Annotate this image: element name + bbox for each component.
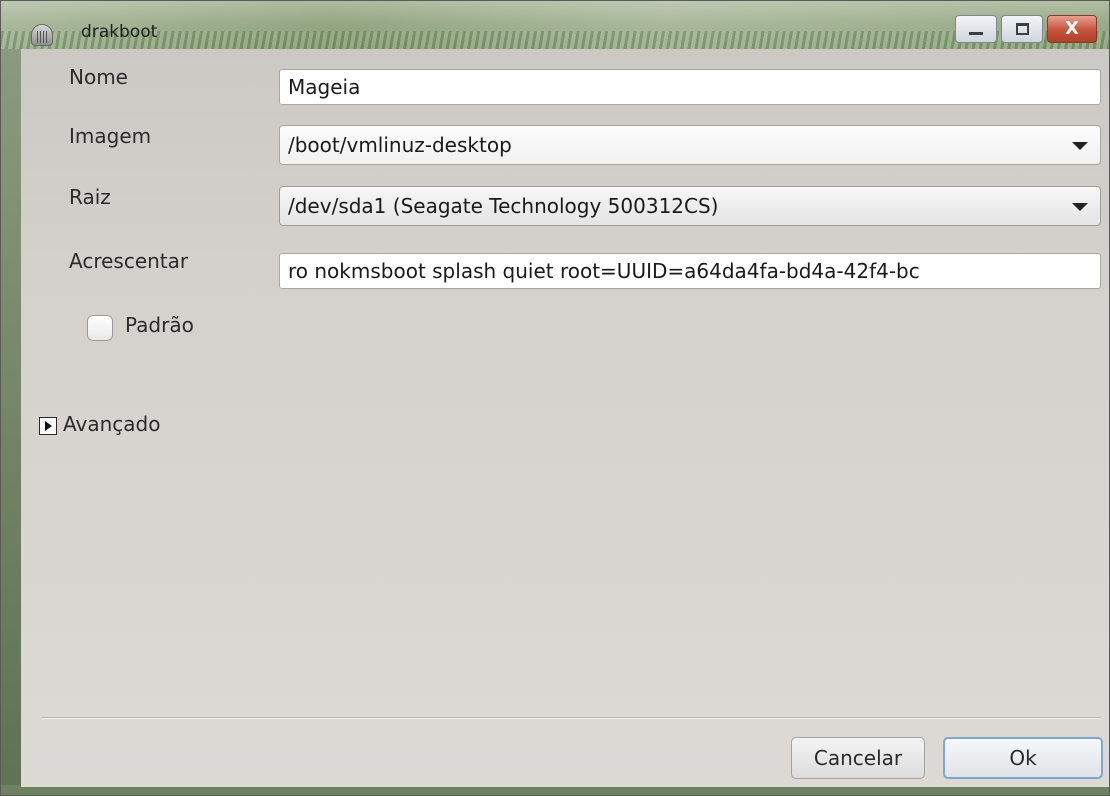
maximize-button[interactable] <box>1001 15 1043 43</box>
close-button[interactable]: X <box>1047 15 1097 43</box>
maximize-icon <box>1016 23 1029 35</box>
append-label: Acrescentar <box>69 249 189 273</box>
window-controls: X <box>955 15 1097 43</box>
image-label: Imagem <box>69 124 152 148</box>
append-field[interactable]: ro nokmsboot splash quiet root=UUID=a64d… <box>279 253 1101 289</box>
root-combobox[interactable]: /dev/sda1 (Seagate Technology 500312CS) <box>279 186 1101 226</box>
drakboot-app-icon[interactable] <box>31 24 53 46</box>
image-combobox[interactable]: /boot/vmlinuz-desktop <box>279 125 1101 165</box>
name-field[interactable]: Mageia <box>279 69 1101 105</box>
window-title: drakboot <box>81 22 158 42</box>
title-bar-background <box>1 31 1109 49</box>
root-label: Raiz <box>69 185 111 209</box>
title-bar[interactable]: drakboot X <box>1 1 1109 49</box>
chevron-down-icon <box>1072 203 1088 211</box>
drakboot-window: drakboot X Nome Mageia Imagem /boot/vmli… <box>0 0 1110 796</box>
button-separator <box>41 717 1101 719</box>
minimize-icon <box>969 32 983 35</box>
default-checkbox[interactable] <box>87 315 113 341</box>
image-combobox-value: /boot/vmlinuz-desktop <box>288 133 512 157</box>
ok-button[interactable]: Ok <box>943 737 1103 779</box>
minimize-button[interactable] <box>955 15 997 43</box>
default-checkbox-label[interactable]: Padrão <box>125 313 194 337</box>
window-left-edge <box>1 49 21 795</box>
chevron-down-icon <box>1072 142 1088 150</box>
root-combobox-value: /dev/sda1 (Seagate Technology 500312CS) <box>288 194 719 218</box>
close-icon: X <box>1065 18 1079 39</box>
cancel-button[interactable]: Cancelar <box>791 737 925 779</box>
advanced-expander-label[interactable]: Avançado <box>63 412 160 436</box>
expander-arrow-icon[interactable] <box>39 417 57 435</box>
name-label: Nome <box>69 65 128 89</box>
